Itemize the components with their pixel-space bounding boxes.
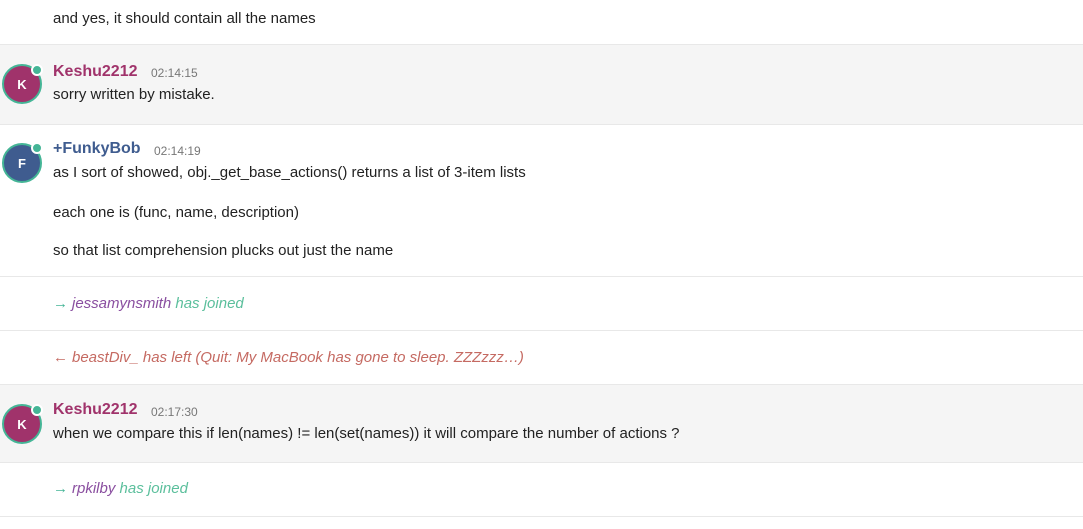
message-text: sorry written by mistake. <box>53 86 215 103</box>
message-text: so that list comprehension plucks out ju… <box>53 242 394 259</box>
timestamp: 02:17:30 <box>151 405 198 419</box>
message-text: as I sort of showed, obj._get_base_actio… <box>53 164 526 181</box>
timestamp: 02:14:19 <box>154 144 201 158</box>
message: K Keshu2212 02:14:15 sorry written by mi… <box>0 45 1083 125</box>
online-status-icon <box>31 64 43 76</box>
message-text: and yes, it should contain all the names <box>53 10 316 27</box>
message: K Keshu2212 02:17:30 when we compare thi… <box>0 385 1083 463</box>
nickname[interactable]: +FunkyBob <box>53 140 141 158</box>
message-continuation: and yes, it should contain all the names <box>0 0 1083 45</box>
join-event: → rpkilby has joined <box>0 463 1083 517</box>
join-message: → rpkilby has joined <box>53 480 188 498</box>
event-text: has joined <box>175 295 244 312</box>
event-text: beastDiv_ has left (Quit: My MacBook has… <box>72 349 524 366</box>
part-event: ← beastDiv_ has left (Quit: My MacBook ha… <box>0 331 1083 385</box>
part-message: ← beastDiv_ has left (Quit: My MacBook ha… <box>53 349 524 367</box>
arrow-left-icon: ← <box>53 349 68 366</box>
online-status-icon <box>31 142 43 154</box>
nickname[interactable]: Keshu2212 <box>53 401 138 419</box>
arrow-right-icon: → <box>53 295 68 312</box>
message-text: when we compare this if len(names) != le… <box>53 425 680 442</box>
arrow-right-icon: → <box>53 480 68 497</box>
event-text: has joined <box>119 480 188 497</box>
chat-log: and yes, it should contain all the names… <box>0 0 1083 529</box>
timestamp: 02:14:15 <box>151 66 198 80</box>
nickname[interactable]: Keshu2212 <box>53 63 138 81</box>
join-message: → jessamynsmith has joined <box>53 295 244 313</box>
message: F +FunkyBob 02:14:19 as I sort of showed… <box>0 125 1083 277</box>
event-user[interactable]: jessamynsmith <box>72 295 171 312</box>
join-event: → jessamynsmith has joined <box>0 277 1083 331</box>
online-status-icon <box>31 404 43 416</box>
message-text: each one is (func, name, description) <box>53 204 299 221</box>
event-user[interactable]: rpkilby <box>72 480 115 497</box>
